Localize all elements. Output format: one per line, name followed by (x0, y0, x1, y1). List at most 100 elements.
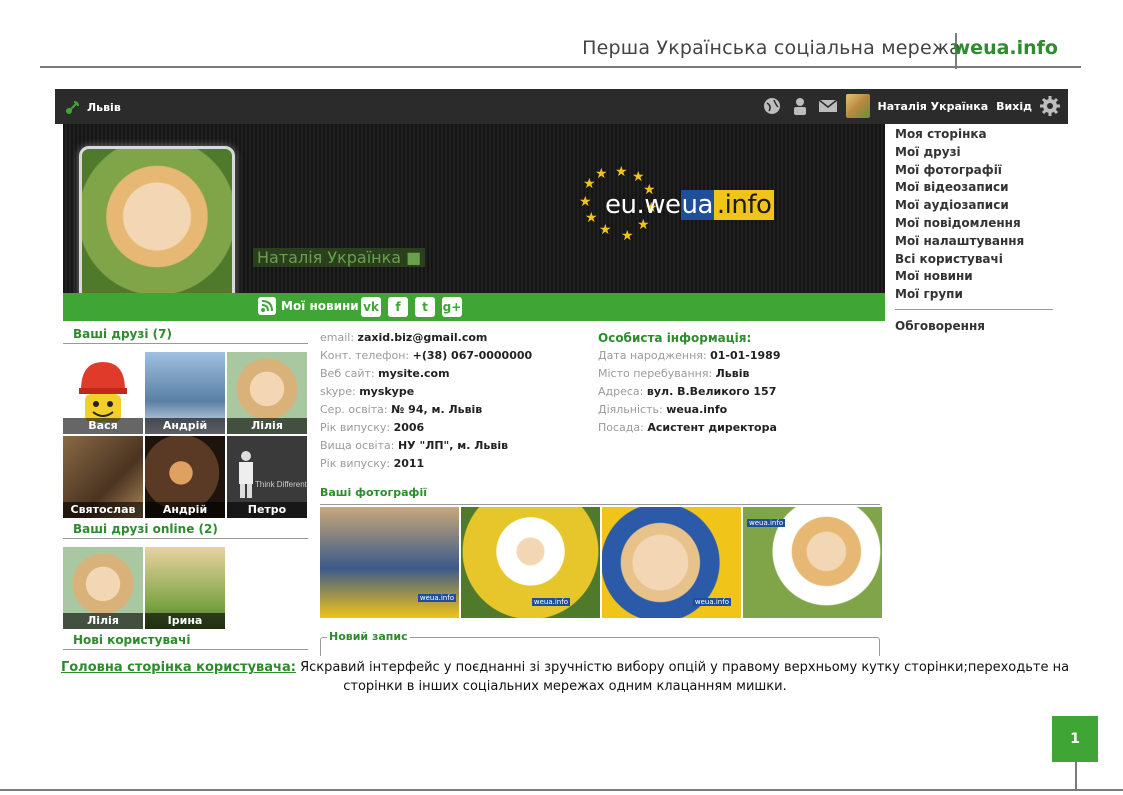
caption-link[interactable]: Головна сторінка користувача: (61, 660, 296, 675)
friend-card[interactable]: Святослав (63, 436, 143, 518)
svg-text:★: ★ (599, 222, 612, 238)
profile-name: Наталія Українка ■ (253, 248, 426, 267)
info-key: Веб сайт: (320, 367, 375, 380)
user-name-link[interactable]: Наталія Українка (878, 100, 989, 113)
menu-my-groups[interactable]: Мої групи (895, 286, 1055, 304)
info-row: Конт. телефон: +(38) 067-0000000 (320, 347, 590, 365)
online-friend-card[interactable]: Лілія (63, 547, 143, 629)
info-row: Рік випуску: 2006 (320, 419, 590, 437)
friend-card[interactable]: Лілія (227, 352, 307, 434)
info-row: Діяльність: weua.info (598, 401, 878, 419)
friends-title[interactable]: Ваші друзі (7) (63, 327, 308, 344)
info-row: Рік випуску: 2011 (320, 455, 590, 473)
info-key: Рік випуску: (320, 421, 391, 434)
profile-photo[interactable] (79, 146, 235, 302)
info-value[interactable]: mysite.com (378, 367, 449, 380)
info-key: Посада: (598, 421, 644, 434)
photos-title[interactable]: Ваші фотографії (320, 486, 427, 499)
online-friend-card[interactable]: Ірина (145, 547, 225, 629)
personal-info-title: Особиста інформація: (598, 331, 752, 345)
info-key: email: (320, 331, 355, 344)
friend-name: Андрій (145, 418, 225, 434)
info-value: № 94, м. Львів (391, 403, 483, 416)
friend-card[interactable]: Андрій (145, 436, 225, 518)
info-key: Сер. освіта: (320, 403, 388, 416)
menu-my-page[interactable]: Моя сторінка (895, 126, 1055, 144)
rss-icon (258, 297, 276, 315)
photos-header: Ваші фотографії (320, 481, 880, 505)
gear-icon[interactable] (1040, 96, 1060, 116)
info-key: Адреса: (598, 385, 644, 398)
info-value: 2006 (393, 421, 425, 434)
facebook-icon[interactable]: f (388, 297, 408, 317)
info-value: 01-01-1989 (710, 349, 781, 362)
city-location[interactable]: Львів (65, 99, 121, 115)
profile-action-bar: Мої новини vk f t g+ (63, 293, 885, 321)
friend-name: Лілія (227, 418, 307, 434)
right-menu: Моя сторінка Мої друзі Мої фотографії Мо… (895, 126, 1055, 336)
info-key: Дата народження: (598, 349, 707, 362)
users-icon[interactable] (790, 96, 810, 116)
info-value: 2011 (393, 457, 425, 470)
photo-thumb[interactable]: weua.info (743, 507, 882, 618)
info-value: вул. В.Великого 157 (646, 385, 777, 398)
svg-text:★: ★ (595, 166, 608, 182)
profile-cover: Наталія Українка ■ ★ ★ ★ ★ ★ ★ ★ ★ ★ ★ ★ eu.weu… (63, 124, 885, 302)
slide-brand: weua.info (952, 37, 1058, 59)
friend-name: Лілія (63, 613, 143, 629)
photo-thumb[interactable]: weua.info (320, 507, 459, 618)
new-users-title[interactable]: Нові користувачі (63, 633, 308, 650)
friend-name: Андрій (145, 502, 225, 518)
info-value[interactable]: weua.info (666, 403, 727, 416)
page-bottom-line (0, 789, 1123, 791)
user-avatar[interactable] (845, 94, 870, 118)
slide-caption: Головна сторінка користувача: Яскравий і… (60, 658, 1070, 696)
menu-my-audio[interactable]: Мої аудіозаписи (895, 197, 1055, 215)
svg-text:★: ★ (583, 176, 596, 192)
slide-title: Перша Українська соціальна мережа (582, 37, 961, 59)
friend-card[interactable]: Think Different Петро (227, 436, 307, 518)
photo-thumb[interactable]: weua.info (461, 507, 600, 618)
menu-all-users[interactable]: Всі користувачі (895, 251, 1055, 269)
menu-my-news[interactable]: Мої новини (895, 268, 1055, 286)
vk-icon[interactable]: vk (361, 297, 381, 317)
logo-text: eu.weua .info (605, 190, 775, 220)
logo-box: ua (680, 190, 714, 220)
photo-watermark: weua.info (417, 594, 456, 602)
new-entry-label: Новий запис (327, 630, 410, 643)
friends-grid: Вася Андрій Лілія Святослав Андрій Think… (63, 352, 308, 518)
globe-icon[interactable] (762, 96, 782, 116)
photo-thumb[interactable]: weua.info (602, 507, 741, 618)
info-value[interactable]: zaxid.biz@gmail.com (358, 331, 488, 344)
mail-icon[interactable] (818, 96, 838, 116)
menu-my-videos[interactable]: Мої відеозаписи (895, 179, 1055, 197)
friend-card[interactable]: Андрій (145, 352, 225, 434)
info-key: Конт. телефон: (320, 349, 410, 362)
slide-header: Перша Українська соціальна мережа weua.i… (40, 0, 1081, 69)
info-value: +(38) 067-0000000 (412, 349, 533, 362)
twitter-icon[interactable]: t (415, 297, 435, 317)
menu-discussions[interactable]: Обговорення (895, 318, 1055, 336)
satellite-icon (66, 101, 79, 114)
city-label: Львів (87, 100, 121, 114)
menu-my-friends[interactable]: Мої друзі (895, 144, 1055, 162)
friend-name: Ірина (145, 613, 225, 629)
menu-my-messages[interactable]: Мої повідомлення (895, 215, 1055, 233)
menu-my-settings[interactable]: Мої налаштування (895, 233, 1055, 251)
friend-name: Петро (227, 502, 307, 518)
online-friends-title[interactable]: Ваші друзі online (2) (63, 522, 308, 539)
info-value: Асистент директора (647, 421, 777, 434)
info-row: Вища освіта: НУ "ЛП", м. Львів (320, 437, 590, 455)
new-entry-box[interactable]: Новий запис (320, 630, 880, 656)
my-news-label: Мої новини (281, 299, 359, 313)
personal-info-block: Особиста інформація: Дата народження: 01… (598, 329, 878, 437)
page-number: 1 (1052, 716, 1098, 762)
svg-text:★: ★ (621, 228, 634, 244)
logout-link[interactable]: Вихід (996, 100, 1032, 113)
info-row: skype: myskype (320, 383, 590, 401)
friend-card[interactable]: Вася (63, 352, 143, 434)
menu-my-photos[interactable]: Мої фотографії (895, 162, 1055, 180)
my-news-link[interactable]: Мої новини (258, 297, 359, 315)
google-plus-icon[interactable]: g+ (442, 297, 462, 317)
caption-text: Яскравий інтерфейс у поєднанні зі зручні… (295, 660, 1070, 694)
